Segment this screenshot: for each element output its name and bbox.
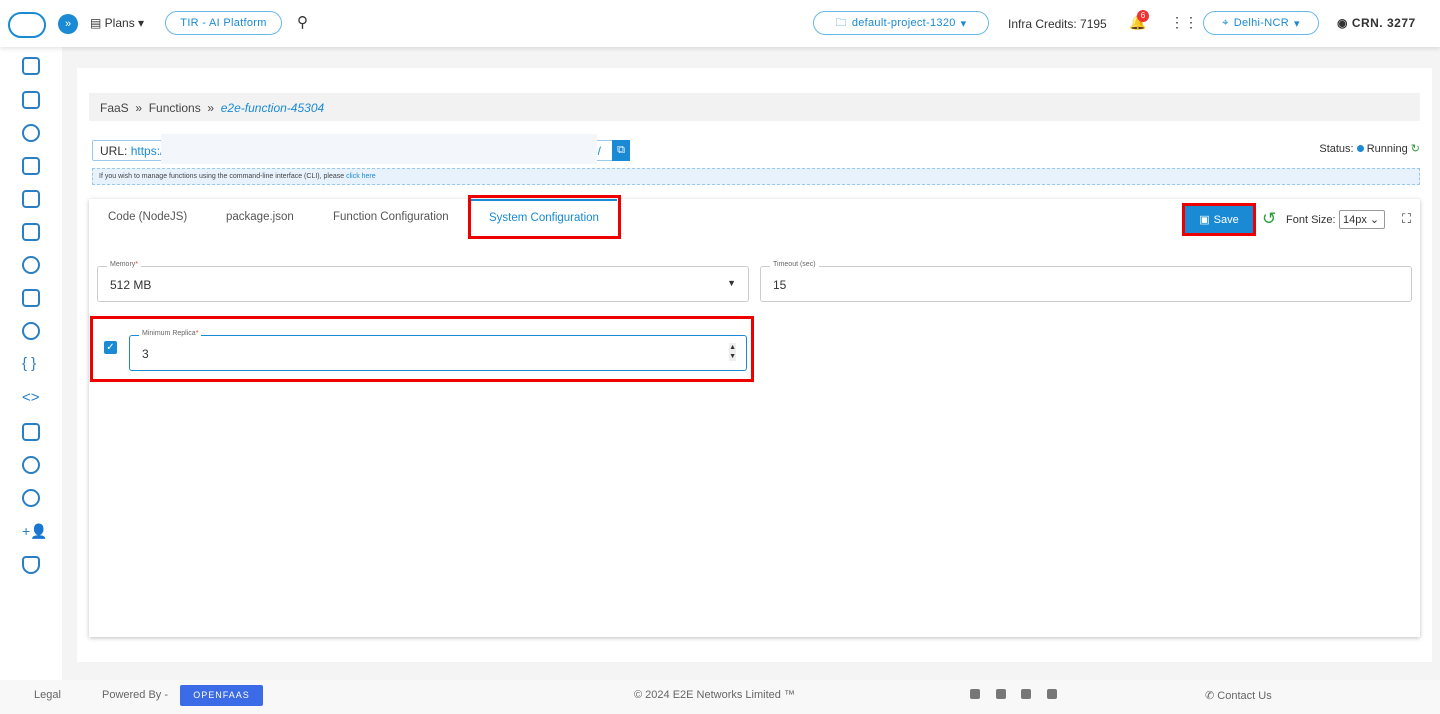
url-label: URL: <box>100 144 128 158</box>
tab-code[interactable]: Code (NodeJS) <box>108 211 187 223</box>
tab-package-json[interactable]: package.json <box>226 211 294 223</box>
powered-by: Powered By - <box>102 689 169 701</box>
legal-link[interactable]: Legal <box>34 689 61 701</box>
user-label: CRN. 3277 <box>1351 16 1416 30</box>
timeout-value: 15 <box>773 278 787 292</box>
highlight-tab <box>468 195 621 239</box>
image-icon[interactable] <box>22 423 40 441</box>
cli-link[interactable]: click here <box>346 173 376 180</box>
breadcrumb: FaaS » Functions » e2e-function-45304 <box>89 93 1420 121</box>
refresh-icon[interactable]: ↻ <box>1411 143 1420 155</box>
platform-button[interactable]: TIR - AI Platform <box>165 11 282 35</box>
region-label: Delhi-NCR <box>1233 17 1289 29</box>
memory-label: Memory <box>110 261 136 268</box>
reset-icon[interactable]: ↺ <box>1262 209 1276 229</box>
fullscreen-icon[interactable]: ⛶ <box>1402 211 1411 227</box>
memory-select[interactable]: Memory* 512 MB ▼ <box>97 261 749 302</box>
region-selector[interactable]: ⌖ Delhi-NCR ▾ <box>1203 11 1319 35</box>
url-mask <box>161 134 597 164</box>
tab-function-configuration[interactable]: Function Configuration <box>333 211 449 223</box>
twitter-icon[interactable] <box>1021 689 1031 699</box>
chat-icon[interactable] <box>22 456 40 474</box>
project-label: default-project-1320 <box>851 17 956 29</box>
dashboard-icon[interactable] <box>22 57 40 75</box>
rss-icon[interactable] <box>1047 689 1057 699</box>
grid-icon[interactable] <box>22 223 40 241</box>
plans-label: Plans <box>104 16 135 30</box>
logo[interactable] <box>8 12 46 38</box>
replica-checkbox[interactable]: ✓ <box>104 341 117 354</box>
status-dot <box>1356 145 1364 152</box>
status-label: Status: <box>1319 143 1354 155</box>
top-bar: » ▤ Plans ▾ TIR - AI Platform ⚲ 🗀 defaul… <box>0 0 1440 47</box>
rocket-icon[interactable] <box>22 256 40 274</box>
url-value[interactable]: https:/ <box>131 144 164 158</box>
add-user-icon[interactable]: +👤 <box>22 523 48 541</box>
billing-icon[interactable] <box>22 289 40 307</box>
copyright: © 2024 E2E Networks Limited ™ <box>634 689 795 701</box>
replica-label: Minimum Replica <box>142 330 196 337</box>
dropdown-arrow-icon: ▼ <box>727 278 736 288</box>
status-value: Running <box>1366 143 1408 155</box>
braces-icon[interactable]: { } <box>22 355 40 373</box>
breadcrumb-functions[interactable]: Functions <box>149 101 201 115</box>
save-icon: ▣ <box>1199 214 1210 226</box>
plans-menu[interactable]: ▤ Plans ▾ <box>90 16 144 30</box>
infra-credits: Infra Credits: 7195 <box>1008 17 1107 31</box>
status: Status: Running ↻ <box>1319 142 1420 155</box>
save-label: Save <box>1213 213 1239 226</box>
shield-icon[interactable] <box>22 556 40 574</box>
project-selector[interactable]: 🗀 default-project-1320 ▾ <box>813 11 989 35</box>
openfaas-logo[interactable]: OPENFAAS <box>180 685 263 706</box>
notification-badge: 6 <box>1137 10 1149 22</box>
search-icon[interactable]: ⚲ <box>297 13 308 31</box>
minimum-replica-input[interactable]: Minimum Replica* 3 ▲ ▼ <box>129 330 747 371</box>
memory-value: 512 MB <box>110 278 152 292</box>
font-size-label: Font Size: <box>1286 214 1336 226</box>
timeout-label: Timeout (sec) <box>770 261 819 268</box>
breadcrumb-current: e2e-function-45304 <box>220 101 325 115</box>
timeout-field[interactable]: Timeout (sec) 15 <box>760 261 1412 302</box>
cloud-icon[interactable] <box>22 157 40 175</box>
sidebar: { } <> +👤 <box>0 47 62 680</box>
facebook-icon[interactable] <box>996 689 1006 699</box>
replica-value: 3 <box>142 347 149 361</box>
expand-icon[interactable]: » <box>58 14 78 34</box>
save-button[interactable]: ▣ Save <box>1182 203 1256 236</box>
settings-icon[interactable] <box>22 322 40 340</box>
breadcrumb-faas[interactable]: FaaS <box>100 101 129 115</box>
font-size-select[interactable]: 14px ⌄ <box>1339 210 1385 229</box>
stepper-icon[interactable]: ▲ ▼ <box>729 343 736 361</box>
database-icon[interactable] <box>22 124 40 142</box>
cli-notice: If you wish to manage functions using th… <box>92 168 1420 185</box>
footer: Legal Powered By - OPENFAAS © 2024 E2E N… <box>0 680 1440 714</box>
editor-card: Code (NodeJS) package.json Function Conf… <box>89 195 1420 637</box>
font-size-value: 14px <box>1343 214 1367 226</box>
cli-text: If you wish to manage functions using th… <box>99 173 347 180</box>
platform-label: TIR - AI Platform <box>180 17 267 29</box>
contact-us-link[interactable]: ✆ Contact Us <box>1205 689 1272 702</box>
contact-label: Contact Us <box>1217 690 1272 702</box>
servers-icon[interactable] <box>22 91 40 109</box>
linkedin-icon[interactable] <box>970 689 980 699</box>
network-icon[interactable] <box>22 190 40 208</box>
copy-icon[interactable]: ⧉ <box>612 140 630 161</box>
code-icon[interactable]: <> <box>22 389 40 407</box>
security-user-icon[interactable] <box>22 489 40 507</box>
apps-grid-icon[interactable]: ⋮⋮ <box>1170 14 1198 31</box>
user-menu[interactable]: ◉ CRN. 3277 <box>1337 16 1416 30</box>
url-tail: / <box>597 144 601 158</box>
